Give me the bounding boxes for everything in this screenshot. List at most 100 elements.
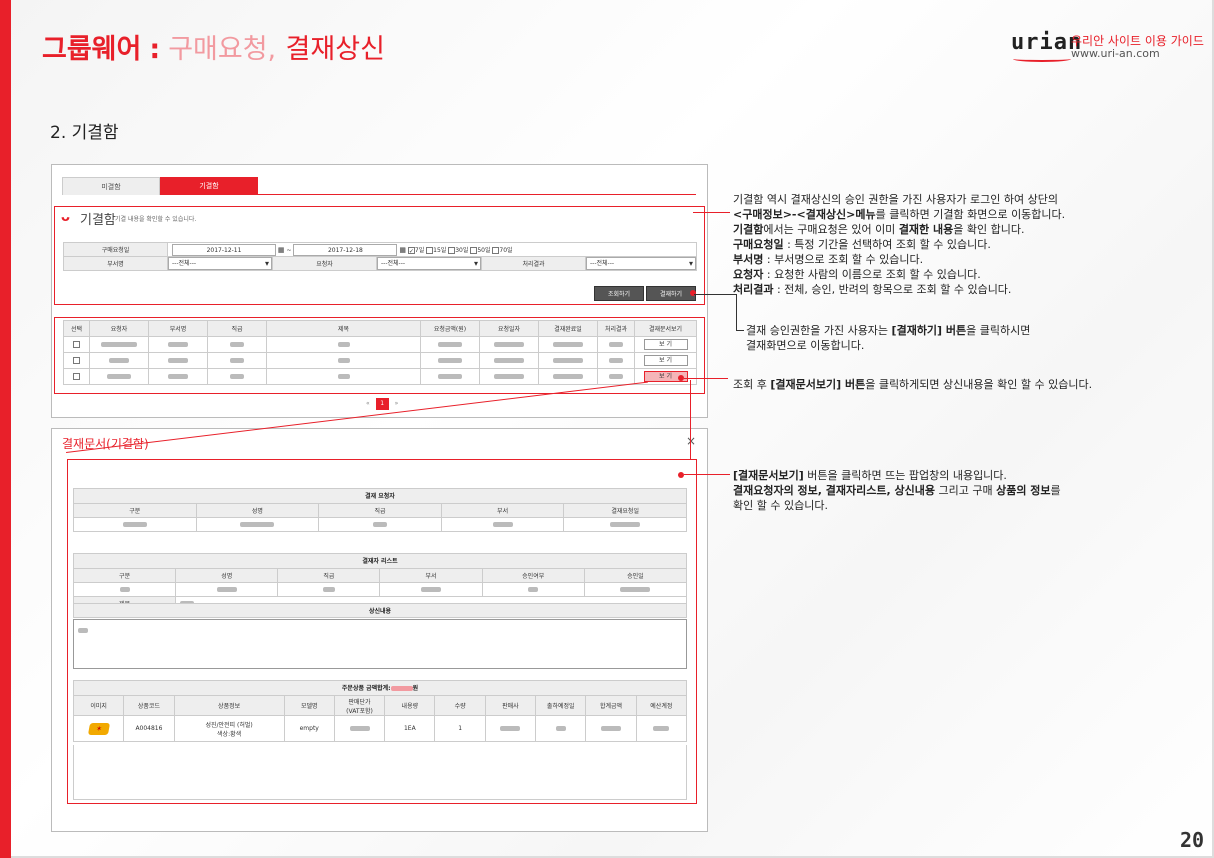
annotation-text: : 전체, 승인, 반려의 항목으로 조회 할 수 있습니다.	[773, 283, 1012, 296]
row-checkbox[interactable]	[73, 357, 80, 364]
col-header: 이미지	[72, 695, 125, 716]
search-heading: 기결함	[80, 213, 116, 228]
col-header: 요청일자	[479, 320, 539, 337]
view-document-button[interactable]: 보 기	[643, 339, 688, 350]
prev-page-link[interactable]: «	[366, 400, 370, 407]
marker-dot	[690, 290, 696, 296]
tab-approved[interactable]: 기결함	[160, 177, 258, 195]
annotation-text: 조회 후	[733, 378, 771, 391]
requester-caption: 결재 요청자	[73, 488, 687, 503]
range-label: 7일	[414, 246, 425, 254]
calendar-icon[interactable]: ▦	[278, 246, 285, 254]
product-model: empty	[283, 715, 335, 742]
current-page[interactable]: 1	[375, 398, 389, 410]
connector-line	[736, 294, 737, 330]
connector-line	[694, 294, 736, 295]
title-sub2: 결재상신	[285, 34, 385, 65]
blurred-value	[553, 374, 583, 379]
row-checkbox[interactable]	[73, 341, 80, 348]
blurred-value	[322, 587, 335, 592]
annotation-text: : 부서명으로 조회 할 수 있습니다.	[763, 253, 924, 266]
col-header: 부서	[379, 568, 483, 583]
product-code: A004816	[123, 715, 175, 742]
blurred-value	[553, 342, 583, 347]
range-checkbox-7[interactable]: ✓	[407, 246, 415, 255]
col-header: 합계금액	[585, 695, 637, 716]
blurred-value	[230, 374, 244, 379]
title-sep: :	[149, 34, 161, 65]
title-main: 그룹웨어	[42, 34, 142, 65]
connector-line	[684, 474, 730, 475]
annotation-view: 조회 후 [결재문서보기] 버튼을 클릭하게되면 상신내용을 확인 할 수 있습…	[733, 377, 1092, 392]
col-header: 처리결과	[597, 320, 635, 337]
col-header: 출하예정일	[535, 695, 587, 716]
dept-label: 부서명	[63, 256, 168, 271]
blurred-value	[620, 587, 651, 592]
col-header: 내용량	[384, 695, 436, 716]
col-header: 상품정보	[173, 695, 285, 716]
blurred-value	[372, 522, 387, 527]
content-textarea[interactable]	[73, 619, 687, 669]
product-info: 성진/안전띠 (허벌) 색상:황색	[173, 715, 285, 742]
col-header: 결재완료일	[538, 320, 598, 337]
annotation-text: : 요청한 사람의 이름으로 조회 할 수 있습니다.	[763, 268, 981, 281]
date-to-input[interactable]: 2017-12-18	[293, 243, 398, 256]
smile-icon: ᴗ	[61, 210, 70, 225]
annotation-text: 을 확인 합니다.	[953, 223, 1025, 236]
date-from-input[interactable]: 2017-12-11	[172, 243, 276, 256]
view-document-button[interactable]: 보 기	[643, 355, 688, 366]
blurred-value	[390, 686, 413, 691]
table-row	[73, 517, 687, 532]
dept-select[interactable]: ---전체---	[168, 257, 272, 270]
close-icon[interactable]: ×	[686, 434, 696, 448]
left-accent-bar	[0, 0, 11, 858]
requester-table: 결재 요청자 구분 성명 직급 부서 결재요청일	[73, 488, 687, 532]
range-label: 50일	[477, 246, 491, 254]
row-checkbox[interactable]	[73, 373, 80, 380]
blurred-value	[216, 587, 237, 592]
search-form: 구매요청일 2017-12-11 ▦ ~ 2017-12-18 ▦ ✓7일 15…	[63, 242, 697, 271]
tab-pending[interactable]: 미결함	[62, 177, 160, 195]
col-header: 수량	[434, 695, 486, 716]
annotation-text: 결재 승인권한을 가진 사용자는	[746, 324, 892, 337]
annotation-search: 기결함 역시 결재상신의 승인 권한을 가진 사용자가 로그인 하여 상단의 <구…	[733, 192, 1065, 297]
search-button[interactable]: 조회하기	[594, 286, 644, 301]
annotation-text: 결재화면으로 이동합니다.	[746, 339, 865, 352]
annotation-text: 기결함 역시 결재상신의 승인 권한을 가진 사용자가 로그인 하여 상단의	[733, 193, 1058, 206]
annotation-text: 부서명	[733, 253, 764, 266]
blurred-value	[119, 587, 130, 592]
col-header: 구분	[72, 568, 177, 583]
annotation-line: 구매요청일 : 특정 기간을 선택하여 조회 할 수 있습니다.	[733, 237, 1065, 252]
range-label: 30일	[455, 246, 469, 254]
blurred-value	[609, 342, 623, 347]
col-header: 직급	[318, 503, 442, 518]
products-caption: 주문상품 금액합계: 원	[73, 680, 687, 695]
blurred-value	[78, 628, 88, 633]
date-sep: ~	[286, 246, 292, 254]
pagination: « 1 »	[366, 398, 398, 410]
approve-button[interactable]: 결재하기	[646, 286, 696, 301]
logo-url: www.uri-an.com	[1071, 47, 1160, 60]
annotation-line: 확인 할 수 있습니다.	[733, 498, 1061, 513]
annotation-text: 결재요청자의 정보, 결재자리스트, 상신내용	[733, 484, 936, 497]
annotation-text: 결재한 내용	[898, 223, 954, 236]
date-label: 구매요청일	[63, 242, 168, 257]
annotation-line: 기결함에서는 구매요청은 있어 이미 결재한 내용을 확인 합니다.	[733, 222, 1065, 237]
page-number: 20	[1180, 828, 1205, 852]
blurred-value	[609, 374, 623, 379]
annotation-text: 버튼을 클릭하면 뜨는 팝업창의 내용입니다.	[803, 469, 1007, 482]
next-page-link[interactable]: »	[395, 400, 399, 407]
requester-select[interactable]: ---전체---	[377, 257, 481, 270]
blurred-value	[421, 587, 442, 592]
result-select[interactable]: ---전체---	[586, 257, 696, 270]
annotation-text: 를	[1050, 484, 1061, 497]
annotation-text: 을 클릭하게되면 상신내용을 확인 할 수 있습니다.	[865, 378, 1093, 391]
annotation-line: 결재화면으로 이동합니다.	[746, 338, 1030, 353]
blurred-value	[555, 726, 566, 731]
annotation-text: 확인 할 수 있습니다.	[733, 499, 828, 512]
annotation-text: 기결함	[733, 223, 764, 236]
search-subtitle: 기결 내용을 확인할 수 있습니다.	[115, 216, 197, 223]
calendar-icon[interactable]: ▦	[399, 246, 406, 254]
col-header: 판매사	[484, 695, 537, 716]
blurred-value	[122, 522, 147, 527]
